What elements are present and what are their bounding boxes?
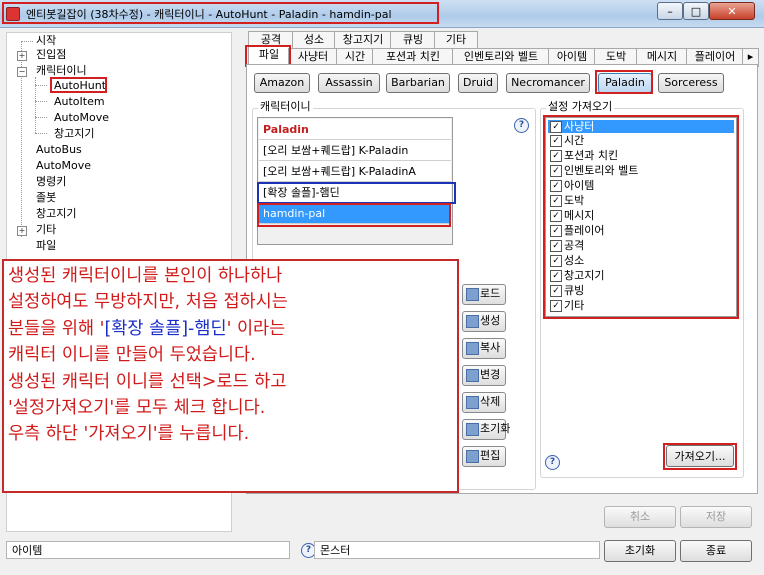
copy-button[interactable]: 복사	[462, 338, 506, 359]
tree-item-hotkeys[interactable]: 명령키	[36, 175, 66, 189]
class-amazon-button[interactable]: Amazon	[254, 73, 310, 93]
character-list-item[interactable]: [오리 보쌈+퀘드랍] K-PaladinA	[259, 161, 451, 182]
annotation-line: 생성된 캐릭터 이니를 선택>로드 하고	[8, 371, 287, 392]
help-icon[interactable]: ?	[514, 118, 529, 133]
title-annotation-box	[2, 2, 439, 24]
class-druid-button[interactable]: Druid	[458, 73, 498, 93]
annotation-line: 분들을 위해 '[확장 솔플]-햄딘' 이라는	[8, 318, 286, 339]
tree-item-storage-2[interactable]: 창고지기	[36, 207, 76, 221]
maximize-button[interactable]: □	[683, 2, 709, 20]
status-field-item: 아이템	[6, 541, 290, 559]
annotation-line: 캐릭터 이니를 만들어 두었습니다.	[8, 345, 256, 366]
tree-connector	[35, 101, 47, 102]
character-list-item[interactable]: [오리 보쌈+퀘드랍] K-Paladin	[259, 140, 451, 161]
preset-annotation-box	[257, 182, 456, 204]
rename-icon	[466, 369, 479, 382]
load-button[interactable]: 로드	[462, 284, 506, 305]
expand-icon[interactable]: +	[17, 51, 27, 61]
annotation-text: 생성된 캐릭터이니를 본인이 하나하나 설정하여도 무방하지만, 처음 접하시는…	[8, 263, 456, 448]
class-barbarian-button[interactable]: Barbarian	[386, 73, 450, 93]
tree-item-entry[interactable]: 진입점	[36, 48, 66, 62]
paladin-annotation-box	[595, 70, 653, 94]
save-button[interactable]: 저장	[680, 506, 752, 528]
load-icon	[466, 288, 479, 301]
help-icon[interactable]: ?	[545, 455, 560, 470]
collapse-icon[interactable]: −	[17, 67, 27, 77]
tree-connector	[35, 85, 47, 86]
edit-button[interactable]: 편집	[462, 446, 506, 467]
create-icon	[466, 315, 479, 328]
tree-item-start[interactable]: 시작	[36, 34, 56, 48]
exit-button[interactable]: 종료	[680, 540, 752, 562]
annotation-line: 생성된 캐릭터이니를 본인이 하나하나	[8, 266, 283, 286]
tree-item-etc[interactable]: 기타	[36, 223, 56, 237]
delete-button[interactable]: 삭제	[462, 392, 506, 413]
tree-connector	[35, 133, 47, 134]
settings-group-label: 설정 가져오기	[546, 98, 615, 114]
reset-icon	[466, 423, 479, 436]
tree-item-file[interactable]: 파일	[36, 239, 56, 253]
cancel-button[interactable]: 취소	[604, 506, 676, 528]
tree-item-jolbot[interactable]: 졸봇	[36, 191, 56, 205]
class-necromancer-button[interactable]: Necromancer	[506, 73, 590, 93]
tree-connector	[35, 117, 47, 118]
delete-icon	[466, 396, 479, 409]
status-field-monster: 몬스터	[314, 541, 600, 559]
tree-item-automove-2[interactable]: AutoMove	[36, 159, 91, 173]
preset-name-highlight: [확장 솔플]-햄딘	[104, 318, 227, 339]
annotation-line: 설정하여도 무방하지만, 처음 접하시는	[8, 292, 288, 313]
character-list-header: Paladin	[259, 119, 451, 140]
tree-item-autobus[interactable]: AutoBus	[36, 143, 82, 157]
tree-item-autoitem[interactable]: AutoItem	[54, 95, 105, 109]
title-bar: 엔티봇길잡이 (38차수정) - 캐릭터이니 - AutoHunt - Pala…	[0, 0, 764, 28]
rename-button[interactable]: 변경	[462, 365, 506, 386]
selected-annotation-box	[257, 203, 451, 227]
import-annotation-box	[663, 443, 737, 470]
tree-connector	[21, 41, 33, 42]
expand-icon[interactable]: +	[17, 226, 27, 236]
reset-all-button[interactable]: 초기화	[604, 540, 676, 562]
tutorial-annotation: 생성된 캐릭터이니를 본인이 하나하나 설정하여도 무방하지만, 처음 접하시는…	[2, 259, 459, 493]
tree-item-automove[interactable]: AutoMove	[54, 111, 109, 125]
create-button[interactable]: 생성	[462, 311, 506, 332]
autohunt-annotation-box	[50, 77, 107, 93]
annotation-line: '설정가져오기'를 모두 체크 합니다.	[8, 398, 266, 419]
tree-item-character-ini[interactable]: 캐릭터이니	[36, 64, 87, 78]
class-assassin-button[interactable]: Assassin	[318, 73, 380, 93]
edit-icon	[466, 450, 479, 463]
class-sorceress-button[interactable]: Sorceress	[658, 73, 724, 93]
annotation-line: 우측 하단 '가져오기'를 누릅니다.	[8, 424, 250, 445]
close-button[interactable]: ✕	[709, 2, 755, 20]
minimize-button[interactable]: –	[657, 2, 683, 20]
settings-annotation-box	[543, 115, 739, 319]
copy-icon	[466, 342, 479, 355]
tree-item-storage[interactable]: 창고지기	[54, 127, 94, 141]
character-group-label: 캐릭터이니	[258, 98, 313, 114]
reset-button[interactable]: 초기화	[462, 419, 510, 440]
